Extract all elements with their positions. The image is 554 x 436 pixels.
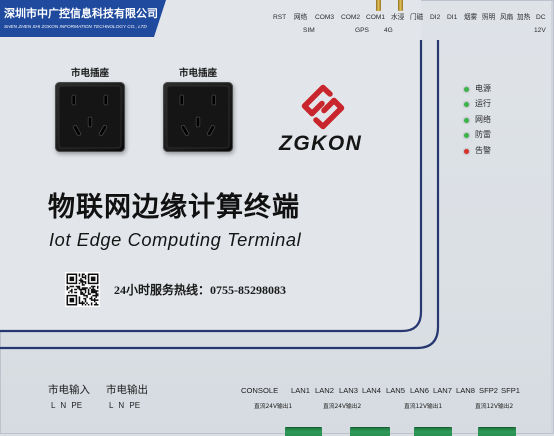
port-label-network: 网络 bbox=[294, 14, 308, 21]
indicator-label-power: 电源 bbox=[475, 84, 491, 93]
led-dot-run bbox=[464, 102, 469, 107]
led-dot-lightning bbox=[464, 133, 469, 138]
antenna-connector bbox=[398, 0, 403, 11]
qr-code-icon bbox=[65, 272, 100, 307]
power-input-pins: L N PE bbox=[51, 401, 83, 410]
brand-name: ZGKON bbox=[279, 132, 363, 155]
company-name: 深圳市中广控信息科技有限公司 bbox=[4, 7, 158, 20]
port-label-smoke: 烟雾 bbox=[464, 14, 478, 21]
port-label-com2: COM2 bbox=[341, 14, 361, 21]
led-dot-power bbox=[464, 87, 469, 92]
port-label-gps: GPS bbox=[355, 27, 369, 34]
port-label-com3: COM3 bbox=[315, 14, 335, 21]
terminal-block bbox=[478, 427, 516, 436]
power-outlet-icon bbox=[55, 82, 125, 152]
company-name-en: SHEN ZHEN SHI ZGKON INFORMATION TECHNOLO… bbox=[4, 24, 147, 29]
product-title: 物联网边缘计算终端 bbox=[48, 192, 300, 223]
zgkon-logo-icon bbox=[301, 84, 345, 130]
power-outlet-icon bbox=[163, 82, 233, 152]
port-label-water-leak: 水浸 bbox=[391, 14, 405, 21]
led-dot-network bbox=[464, 118, 469, 123]
power-output-pins: L N PE bbox=[109, 401, 141, 410]
product-subtitle: Iot Edge Computing Terminal bbox=[49, 229, 302, 250]
power-output-label: 市电输出 bbox=[106, 384, 148, 396]
port-label-lighting: 照明 bbox=[482, 14, 496, 21]
port-label-fan: 风扇 bbox=[500, 14, 514, 21]
dc-output-label-12v-1: 直流12V输出1 bbox=[404, 404, 443, 410]
port-label-di1: DI1 bbox=[447, 14, 458, 21]
power-socket-left bbox=[55, 82, 125, 152]
port-label-heating: 加热 bbox=[517, 14, 531, 21]
port-label-lan5: LAN5 bbox=[386, 386, 405, 395]
port-label-lan4: LAN4 bbox=[362, 386, 381, 395]
socket-label-left: 市电插座 bbox=[70, 68, 109, 79]
port-label-sfp2: SFP2 bbox=[479, 386, 498, 395]
port-label-sim: SIM bbox=[303, 27, 315, 34]
port-label-lan2: LAN2 bbox=[315, 386, 334, 395]
dc-output-label-12v-2: 直流12V输出2 bbox=[475, 404, 514, 410]
port-label-com1: COM1 bbox=[366, 14, 386, 21]
indicator-label-alarm: 告警 bbox=[475, 146, 491, 155]
power-input-label: 市电输入 bbox=[48, 384, 90, 396]
port-label-rst: RST bbox=[273, 14, 287, 21]
console-port-label: CONSOLE bbox=[241, 386, 279, 395]
port-label-lan3: LAN3 bbox=[339, 386, 358, 395]
terminal-block bbox=[285, 427, 322, 436]
port-label-di2: DI2 bbox=[430, 14, 441, 21]
indicator-label-network: 网络 bbox=[475, 115, 491, 124]
dc-output-label-24v-2: 直流24V输出2 bbox=[323, 404, 362, 410]
port-label-dc: DC bbox=[536, 14, 546, 21]
port-label-door-sensor: 门磁 bbox=[410, 14, 424, 21]
port-label-4g: 4G bbox=[384, 27, 393, 34]
dc-output-label-24v-1: 直流24V输出1 bbox=[254, 404, 293, 410]
led-dot-alarm bbox=[464, 149, 469, 154]
port-label-lan8: LAN8 bbox=[456, 386, 475, 395]
service-hotline: 24小时服务热线：0755-85298083 bbox=[114, 283, 286, 297]
antenna-connector bbox=[376, 0, 381, 11]
terminal-block bbox=[414, 427, 452, 436]
power-socket-right bbox=[163, 82, 233, 152]
socket-label-right: 市电插座 bbox=[178, 68, 217, 79]
port-label-12v: 12V bbox=[534, 27, 546, 34]
port-label-sfp1: SFP1 bbox=[501, 386, 520, 395]
upper-face bbox=[0, 0, 421, 331]
port-label-lan6: LAN6 bbox=[410, 386, 429, 395]
terminal-block bbox=[350, 427, 390, 436]
port-label-lan1: LAN1 bbox=[291, 386, 310, 395]
port-label-lan7: LAN7 bbox=[433, 386, 452, 395]
indicator-label-lightning: 防雷 bbox=[475, 130, 491, 139]
indicator-label-run: 运行 bbox=[475, 99, 491, 108]
